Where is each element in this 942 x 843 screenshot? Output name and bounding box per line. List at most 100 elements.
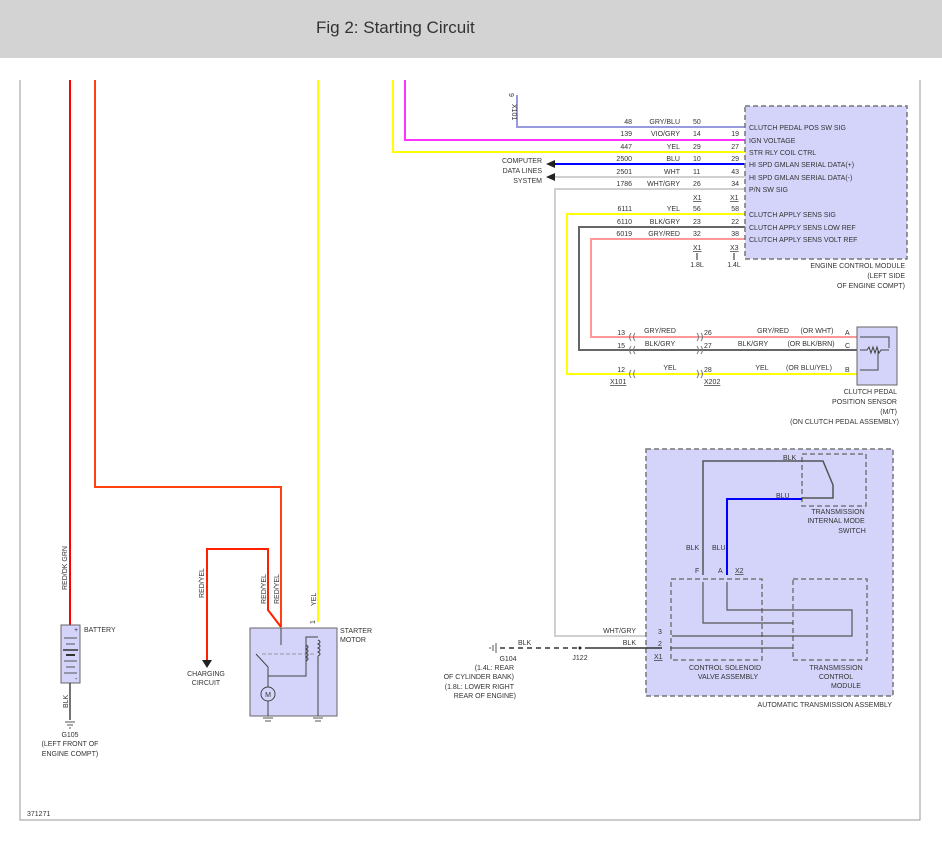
diagram-id: 371271 [27,811,50,818]
svg-text:28: 28 [704,367,712,374]
svg-text:CLUTCH APPLY SENS LOW REF: CLUTCH APPLY SENS LOW REF [749,225,856,232]
wire-label: WHT/GRY [603,628,636,635]
svg-text:A: A [845,330,850,337]
svg-text:26: 26 [693,181,701,188]
charging-circuit-label: CHARGING [187,671,225,678]
computer-data-lines-label: DATA LINES [503,168,543,175]
svg-text:43: 43 [731,169,739,176]
pin-label: 9 [507,93,514,97]
wire-label: BLK [783,455,797,462]
wire-label: RED/YEL [274,574,281,604]
ground-location: ENGINE COMPT) [42,751,98,758]
svg-text:32: 32 [693,231,701,238]
sensor-label: (ON CLUTCH PEDAL ASSEMBLY) [790,419,899,426]
ground-icon [489,643,497,653]
wire-label: BLK [63,694,70,708]
sensor-label: CLUTCH PEDAL [844,389,897,396]
wire-label: BLK [686,545,700,552]
computer-data-lines-label: SYSTEM [513,178,542,185]
svg-text:P/N SW SIG: P/N SW SIG [749,187,788,194]
svg-text:YEL: YEL [663,365,676,372]
battery: + - [60,624,81,684]
motor-symbol: M [265,692,271,699]
pin-label: 2 [658,641,662,648]
svg-text:WHT: WHT [664,169,681,176]
wire-label: BLK [623,640,637,647]
pin-label: 1 [310,620,317,624]
svg-text:6111: 6111 [617,206,632,213]
svg-text:6019: 6019 [616,231,632,238]
tcm-label: TRANSMISSION [809,665,862,672]
svg-text:2500: 2500 [616,156,632,163]
connector-label: X2 [735,568,744,575]
transmission-control-module [792,578,868,661]
ecm-label: ENGINE CONTROL MODULE [810,263,905,270]
starter-label: STARTER [340,628,372,635]
svg-text:19: 19 [731,131,739,138]
svg-text:15: 15 [617,343,625,350]
svg-text:X101: X101 [610,379,626,386]
wire-label: RED/DK GRN [62,546,69,590]
svg-text:50: 50 [693,119,701,126]
svg-text:1.4L: 1.4L [727,262,741,269]
svg-text:10: 10 [693,156,701,163]
wire-label: BLU [776,493,790,500]
ground-icon [263,717,323,722]
wire-yel-447 [392,80,745,153]
svg-text:38: 38 [731,231,739,238]
arrow-icon [202,660,212,668]
wire-label: BLK [518,640,532,647]
arrow-up-icon [696,253,735,260]
svg-text:YEL: YEL [667,206,680,213]
ims-label: TRANSMISSION [811,509,864,516]
csv-label: CONTROL SOLENOID [689,665,761,672]
clutch-pedal-position-sensor [856,326,898,386]
svg-text:HI SPD GMLAN SERIAL DATA(-): HI SPD GMLAN SERIAL DATA(-) [749,175,852,182]
tcm-label: CONTROL [819,674,853,681]
svg-text:12: 12 [617,367,625,374]
battery-plus: + [74,627,78,634]
wire-red-yel-starter [94,80,282,627]
svg-text:48: 48 [624,119,632,126]
csv-label: VALVE ASSEMBLY [698,674,759,681]
connector-label: X101 [510,104,517,120]
starter-label: MOTOR [340,637,366,644]
ground-location: (1.8L: LOWER RIGHT [445,684,515,691]
ecm-label: (LEFT SIDE [867,273,905,280]
splice-label: J122 [572,655,587,662]
svg-text:23: 23 [693,219,701,226]
svg-text:11: 11 [693,169,700,176]
wire-label: RED/YEL [199,568,206,598]
svg-text:GRY/RED: GRY/RED [648,231,680,238]
svg-text:STR RLY COIL CTRL: STR RLY COIL CTRL [749,150,816,157]
svg-text:58: 58 [731,206,739,213]
splice-j122 [578,646,582,650]
ims-label: SWITCH [838,528,866,535]
wire-label: YEL [311,593,318,606]
ground-icon [65,721,75,729]
svg-text:1.8L: 1.8L [690,262,704,269]
svg-text:(OR BLK/BRN): (OR BLK/BRN) [787,341,834,348]
svg-text:29: 29 [693,144,701,151]
svg-text:X202: X202 [704,379,720,386]
svg-text:X1: X1 [693,195,702,202]
wire-label: BLU [712,545,726,552]
svg-text:HI SPD GMLAN SERIAL DATA(+): HI SPD GMLAN SERIAL DATA(+) [749,162,854,169]
pin-label: F [695,568,699,575]
svg-text:1786: 1786 [616,181,632,188]
svg-text:X3: X3 [730,245,739,252]
ground-location: (LEFT FRONT OF [42,741,99,748]
wire-label: RED/YEL [261,574,268,604]
ims-label: INTERNAL MODE [807,518,865,525]
svg-text:CLUTCH APPLY SENS SIG: CLUTCH APPLY SENS SIG [749,212,836,219]
svg-text:BLK/GRY: BLK/GRY [650,219,681,226]
svg-text:BLU: BLU [666,156,680,163]
svg-text:34: 34 [731,181,739,188]
pin-label: A [718,568,723,575]
svg-text:BLK/GRY: BLK/GRY [738,341,769,348]
sensor-label: POSITION SENSOR [832,399,897,406]
svg-text:56: 56 [693,206,701,213]
wiring-diagram: RED/DK GRN + - BATTERY BLK G105 (LEFT FR… [19,80,921,821]
svg-text:CLUTCH APPLY SENS VOLT REF: CLUTCH APPLY SENS VOLT REF [749,237,857,244]
battery-label: BATTERY [84,627,116,634]
